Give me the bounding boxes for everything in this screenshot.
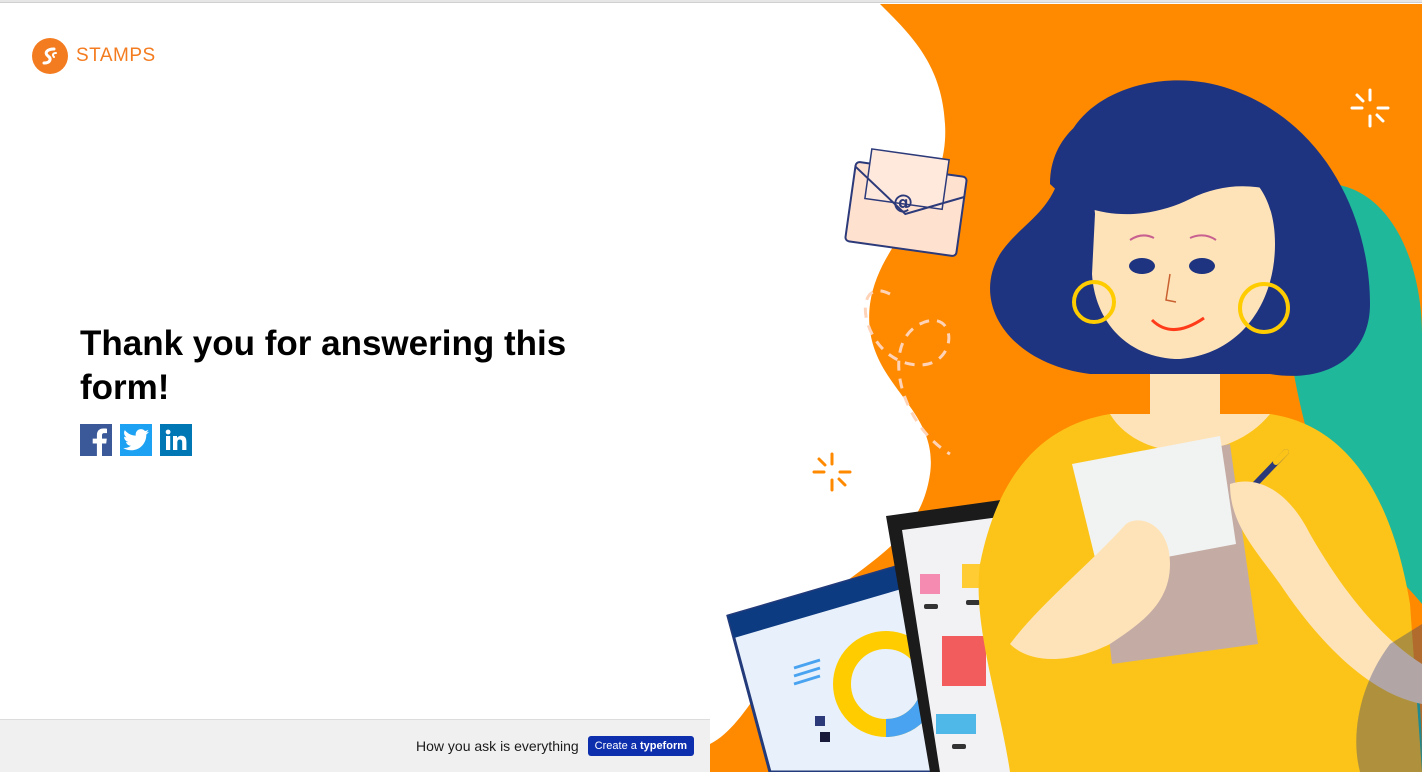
typeform-footer: How you ask is everything Create a typef… bbox=[0, 719, 710, 772]
facebook-icon bbox=[92, 428, 107, 456]
window-top-border bbox=[0, 0, 1422, 3]
facebook-share-button[interactable] bbox=[80, 424, 112, 456]
twitter-share-button[interactable] bbox=[120, 424, 152, 456]
hero-illustration: @ bbox=[710, 4, 1422, 772]
sparkle-icon bbox=[812, 452, 852, 492]
brand-name: STAMPS bbox=[76, 45, 156, 66]
woman-with-notepad-illustration: @ bbox=[710, 4, 1422, 772]
linkedin-share-button[interactable] bbox=[160, 424, 192, 456]
create-typeform-button[interactable]: Create a typeform bbox=[587, 736, 694, 756]
linkedin-icon bbox=[165, 429, 187, 450]
brand-logo[interactable]: STAMPS bbox=[32, 38, 156, 74]
svg-text:@: @ bbox=[893, 190, 913, 214]
stamps-logo-icon bbox=[32, 38, 68, 74]
create-button-prefix: Create a bbox=[594, 740, 637, 752]
social-share-bar bbox=[80, 424, 192, 456]
create-button-brand: typeform bbox=[639, 740, 687, 752]
twitter-icon bbox=[123, 429, 149, 451]
email-envelope-icon: @ bbox=[844, 148, 968, 257]
footer-tagline: How you ask is everything bbox=[416, 738, 579, 754]
thank-you-heading: Thank you for answering this form! bbox=[80, 324, 567, 407]
